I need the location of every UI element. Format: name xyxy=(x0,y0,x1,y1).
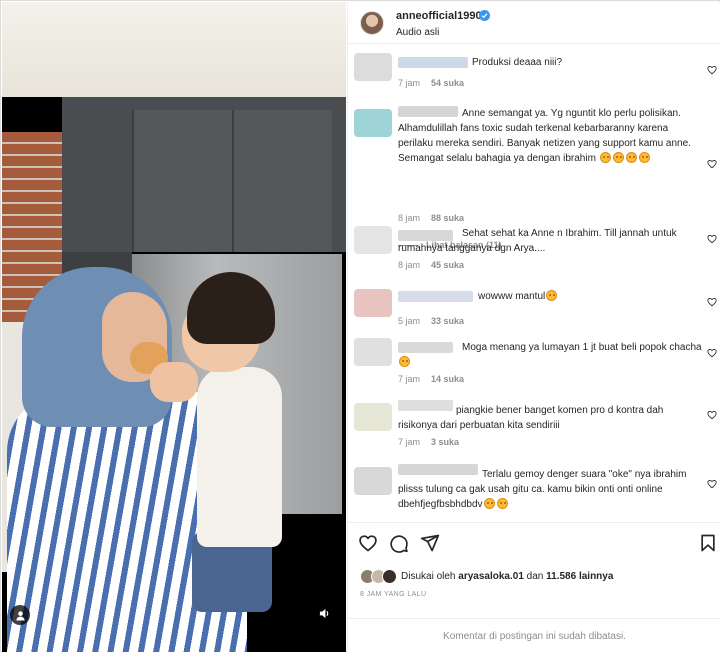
comment-text: Anne semangat ya. Yg nguntit klo perlu p… xyxy=(398,108,691,164)
comment-likes[interactable]: 3 suka xyxy=(431,437,459,447)
comment-time: 8 jam xyxy=(398,213,421,223)
comment-meta: 8 jam 45 suka xyxy=(398,260,464,270)
heart-icon[interactable] xyxy=(358,533,378,553)
video-frame xyxy=(2,2,346,652)
comment-likes[interactable]: 14 suka xyxy=(431,374,464,384)
heart-icon[interactable] xyxy=(707,348,717,358)
comment-text: wowww mantul xyxy=(478,289,698,304)
emoji-icon xyxy=(483,498,495,509)
heart-icon[interactable] xyxy=(707,410,717,420)
audio-label[interactable]: Audio asli xyxy=(396,27,439,38)
heart-icon[interactable] xyxy=(707,234,717,244)
comment-avatar[interactable] xyxy=(354,403,392,431)
comment-username-redacted[interactable] xyxy=(398,57,468,68)
comment-avatar[interactable] xyxy=(354,289,392,317)
comment-avatar[interactable] xyxy=(354,226,392,254)
emoji-icon xyxy=(612,152,624,163)
post-dialog: anneofficial1990 Audio asli Produksi dea… xyxy=(0,0,720,652)
comment-text: Produksi deaaa niii? xyxy=(472,57,563,68)
comment-likes[interactable]: 33 suka xyxy=(431,316,464,326)
send-icon[interactable] xyxy=(420,533,440,553)
heart-icon[interactable] xyxy=(707,65,717,75)
user-tag-icon[interactable] xyxy=(10,605,30,625)
comment-text: Terlalu gemoy denger suara "oke" nya ibr… xyxy=(398,469,687,510)
comment-text: Moga menang ya lumayan 1 jt buat beli po… xyxy=(398,340,703,370)
post-timestamp[interactable]: 8 JAM YANG LALU xyxy=(360,591,426,598)
comment-meta: 8 jam 88 suka xyxy=(398,213,464,223)
comment-meta: 5 jam 33 suka xyxy=(398,316,464,326)
comments-list[interactable]: Produksi deaaa niii? 7 jam 54 suka Anne s… xyxy=(348,45,720,521)
comments-restricted-text: Komentar di postingan ini sudah dibatasi… xyxy=(443,631,626,642)
avatar[interactable] xyxy=(382,568,397,584)
post-header: anneofficial1990 Audio asli xyxy=(348,2,720,44)
post-actions: Disukai oleh aryasaloka.01 dan 11.586 la… xyxy=(348,522,720,622)
emoji-icon xyxy=(399,356,410,367)
likes-summary: Disukai oleh aryasaloka.01 dan 11.586 la… xyxy=(360,567,613,585)
comment-time: 7 jam xyxy=(398,374,421,384)
comment-likes[interactable]: 54 suka xyxy=(431,78,464,88)
emoji-icon xyxy=(638,152,650,163)
comment-avatar[interactable] xyxy=(354,467,392,495)
emoji-icon xyxy=(496,498,508,509)
comments-restricted-bar: Komentar di postingan ini sudah dibatasi… xyxy=(348,618,720,652)
comment-meta: 7 jam 14 suka xyxy=(398,374,464,384)
heart-icon[interactable] xyxy=(707,297,717,307)
comment-time: 5 jam xyxy=(398,316,421,326)
comment-text: Sehat sehat ka Anne n Ibrahim. Till jann… xyxy=(398,228,677,254)
comment-time: 7 jam xyxy=(398,437,421,447)
speaker-icon[interactable] xyxy=(313,602,335,624)
comment-meta: 7 jam 54 suka xyxy=(398,78,464,88)
comment-likes[interactable]: 45 suka xyxy=(431,260,464,270)
heart-icon[interactable] xyxy=(707,479,717,489)
post-sidebar: anneofficial1990 Audio asli Produksi dea… xyxy=(347,2,720,652)
comment-meta: 7 jam 3 suka xyxy=(398,437,459,447)
verified-badge-icon xyxy=(479,10,490,21)
comment-avatar[interactable] xyxy=(354,109,392,137)
comment-time: 8 jam xyxy=(398,260,421,270)
likes-text[interactable]: Disukai oleh aryasaloka.01 dan 11.586 la… xyxy=(401,571,613,582)
comment-avatar[interactable] xyxy=(354,53,392,81)
emoji-icon xyxy=(625,152,637,163)
comment-time: 7 jam xyxy=(398,78,421,88)
comment-icon[interactable] xyxy=(389,533,409,553)
comment-username-redacted[interactable] xyxy=(398,291,473,302)
comment-likes[interactable]: 88 suka xyxy=(431,213,464,223)
heart-icon[interactable] xyxy=(707,159,717,169)
author-username[interactable]: anneofficial1990 xyxy=(396,10,482,22)
post-video[interactable] xyxy=(2,2,346,652)
bookmark-icon[interactable] xyxy=(698,533,718,553)
emoji-icon xyxy=(599,152,611,163)
comment-avatar[interactable] xyxy=(354,338,392,366)
emoji-icon xyxy=(546,290,558,301)
avatar[interactable] xyxy=(360,11,384,35)
comment-text: piangkie bener banget komen pro d kontra… xyxy=(398,405,664,431)
